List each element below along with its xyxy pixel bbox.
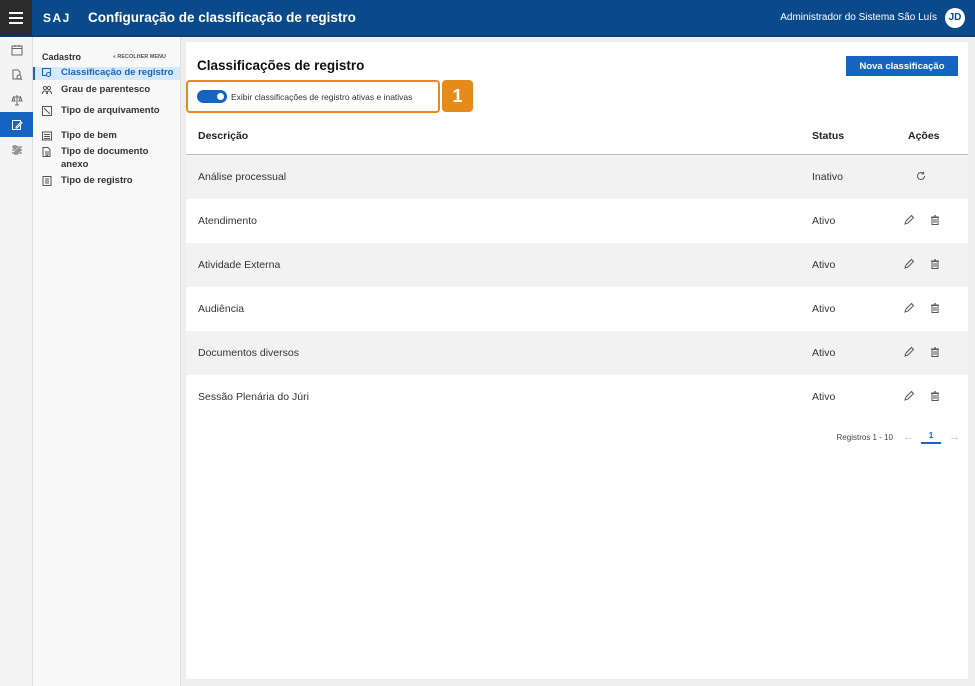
pagination: Registros 1 - 10 ← 1 →	[836, 430, 960, 444]
new-classification-button[interactable]: Nova classificação	[846, 56, 958, 76]
delete-icon[interactable]	[929, 346, 941, 358]
collapse-menu-button[interactable]: « RECOLHER MENU	[113, 54, 166, 60]
restore-icon[interactable]	[915, 170, 927, 182]
delete-icon[interactable]	[929, 390, 941, 402]
rail-item-document-search[interactable]	[0, 62, 33, 87]
delete-icon[interactable]	[929, 214, 941, 226]
row-status: Ativo	[812, 303, 836, 315]
list-icon	[42, 131, 52, 140]
submenu-item-tipo-bem[interactable]: Tipo de bem	[33, 130, 180, 143]
scales-icon	[10, 94, 23, 105]
icon-rail	[0, 37, 33, 686]
edit-icon[interactable]	[903, 346, 915, 358]
submenu: Cadastro « RECOLHER MENU Classificação d…	[33, 37, 181, 686]
hamburger-menu-icon[interactable]	[0, 0, 32, 36]
row-status: Ativo	[812, 259, 836, 271]
chevron-left-icon[interactable]: ←	[903, 431, 914, 443]
column-header-description[interactable]: Descrição	[198, 130, 248, 142]
chevron-right-icon[interactable]: →	[949, 431, 960, 443]
submenu-item-label: Classificação de registro	[61, 67, 174, 78]
submenu-item-tipo-arquivamento[interactable]: Tipo de arquivamento	[33, 105, 180, 118]
show-all-toggle-row: Exibir classificações de registro ativas…	[186, 80, 440, 113]
table-row[interactable]: Sessão Plenária do Júri Ativo	[186, 375, 968, 419]
row-description: Documentos diversos	[198, 347, 299, 359]
delete-icon[interactable]	[929, 258, 941, 270]
edit-icon[interactable]	[903, 390, 915, 402]
app-logo[interactable]: SAJ	[43, 11, 77, 25]
sliders-icon	[11, 144, 22, 155]
rail-item-scales[interactable]	[0, 87, 33, 112]
row-status: Ativo	[812, 347, 836, 359]
table-row[interactable]: Atividade Externa Ativo	[186, 243, 968, 287]
people-icon	[42, 85, 52, 94]
row-description: Atendimento	[198, 215, 257, 227]
table-row[interactable]: Documentos diversos Ativo	[186, 331, 968, 375]
row-status: Ativo	[812, 391, 836, 403]
show-active-inactive-toggle[interactable]	[197, 90, 227, 103]
edit-icon[interactable]	[903, 302, 915, 314]
document-search-icon	[12, 69, 22, 80]
rail-item-calendar[interactable]	[0, 37, 33, 62]
table-row[interactable]: Audiência Ativo	[186, 287, 968, 331]
classification-icon	[42, 68, 51, 77]
edit-icon[interactable]	[903, 214, 915, 226]
submenu-item-label: Tipo de arquivamento	[61, 105, 160, 116]
submenu-item-label: Grau de parentesco	[61, 83, 151, 95]
row-status: Ativo	[812, 215, 836, 227]
edit-document-icon	[11, 119, 23, 130]
row-description: Análise processual	[198, 171, 287, 183]
archive-icon	[42, 106, 52, 116]
main-card: Classificações de registro Nova classifi…	[186, 42, 968, 679]
row-status: Inativo	[812, 171, 843, 183]
submenu-item-tipo-documento-anexo[interactable]: Tipo de documento anexo	[33, 146, 180, 171]
delete-icon[interactable]	[929, 302, 941, 314]
user-name[interactable]: Administrador do Sistema São Luís	[780, 12, 937, 23]
rail-item-settings[interactable]	[0, 137, 33, 162]
callout-badge: 1	[442, 80, 473, 112]
submenu-item-label: Tipo de bem	[61, 129, 117, 141]
rail-item-edit-document[interactable]	[0, 112, 33, 137]
submenu-item-label: Tipo de documento anexo	[61, 146, 149, 170]
row-description: Atividade Externa	[198, 259, 281, 271]
page-number-current[interactable]: 1	[921, 430, 941, 444]
table-row[interactable]: Análise processual Inativo	[186, 155, 968, 199]
table-header: Descrição Status Ações	[186, 122, 968, 155]
submenu-item-grau-parentesco[interactable]: Grau de parentesco	[33, 84, 180, 97]
submenu-item-label: Tipo de registro	[61, 175, 133, 186]
submenu-title: Cadastro	[42, 51, 82, 62]
row-description: Sessão Plenária do Júri	[198, 391, 309, 403]
submenu-item-classificacao[interactable]: Classificação de registro	[33, 67, 180, 80]
top-bar: SAJ Configuração de classificação de reg…	[0, 0, 975, 37]
calendar-icon	[11, 44, 22, 55]
pagination-range: Registros 1 - 10	[836, 432, 893, 442]
column-header-status[interactable]: Status	[812, 130, 844, 142]
toggle-label: Exibir classificações de registro ativas…	[231, 91, 413, 102]
page-title: Classificações de registro	[197, 58, 365, 73]
attachment-icon	[42, 147, 51, 157]
column-header-actions: Ações	[908, 130, 940, 142]
submenu-item-tipo-registro[interactable]: Tipo de registro	[33, 175, 180, 188]
register-icon	[42, 176, 52, 186]
table-row[interactable]: Atendimento Ativo	[186, 199, 968, 243]
avatar[interactable]: JD	[945, 7, 965, 28]
page-header-title: Configuração de classificação de registr…	[88, 10, 356, 25]
edit-icon[interactable]	[903, 258, 915, 270]
row-description: Audiência	[198, 303, 245, 315]
